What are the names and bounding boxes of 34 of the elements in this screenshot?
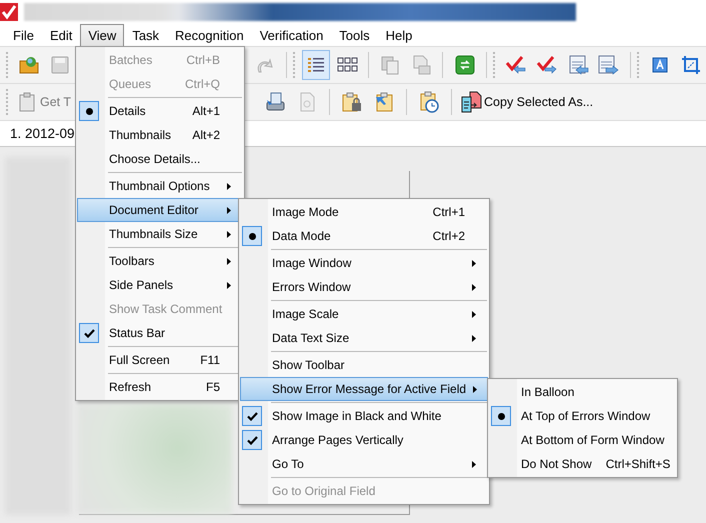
copy-selected-button[interactable]: Copy Selected As... bbox=[458, 87, 596, 117]
menu-bar-item[interactable]: Task bbox=[124, 24, 168, 46]
menu-item[interactable]: Show Image in Black and White bbox=[240, 404, 488, 428]
menu-item[interactable]: Thumbnails Size bbox=[77, 222, 243, 246]
menu-item[interactable]: Thumbnails Alt+2 bbox=[77, 123, 243, 147]
menu-item[interactable]: Do Not Show Ctrl+Shift+S bbox=[489, 452, 676, 476]
menu-item[interactable]: Image Window bbox=[240, 251, 488, 275]
menu-bar-item[interactable]: File bbox=[5, 24, 42, 46]
menu-item[interactable]: At Bottom of Form Window bbox=[489, 428, 676, 452]
menu-item[interactable]: Go To bbox=[240, 452, 488, 476]
menu-item[interactable]: Arrange Pages Vertically bbox=[240, 428, 488, 452]
menu-item[interactable]: Toolbars bbox=[77, 249, 243, 273]
menu-item[interactable]: Status Bar bbox=[77, 321, 243, 345]
menu-item[interactable]: Data Mode Ctrl+2 bbox=[240, 224, 488, 248]
menu-bar-item[interactable]: Help bbox=[378, 24, 420, 46]
menu-item[interactable]: Image Scale bbox=[240, 302, 488, 326]
get-task-button[interactable]: Get T bbox=[14, 87, 74, 117]
menu-item[interactable]: At Top of Errors Window bbox=[489, 404, 676, 428]
menu-bar-item[interactable]: Verification bbox=[252, 24, 332, 46]
menu-item[interactable]: Show Error Message for Active Field bbox=[240, 377, 488, 401]
menu-item[interactable]: Errors Window bbox=[240, 275, 488, 299]
menu-item[interactable]: Choose Details... bbox=[77, 147, 243, 171]
menu-item[interactable]: In Balloon bbox=[489, 380, 676, 404]
menu-bar-item[interactable]: Recognition bbox=[167, 24, 252, 46]
menu-bar-item[interactable]: View bbox=[80, 24, 124, 46]
menu-bar-item[interactable]: Edit bbox=[42, 24, 80, 46]
menu-item[interactable]: Image Mode Ctrl+1 bbox=[240, 200, 488, 224]
menu-item[interactable]: Details Alt+1 bbox=[77, 99, 243, 123]
document-tab[interactable]: 1. 2012-09 bbox=[10, 126, 75, 141]
menu-item[interactable]: Show Toolbar bbox=[240, 353, 488, 377]
menu-item[interactable]: Data Text Size bbox=[240, 326, 488, 350]
menu-bar-item[interactable]: Tools bbox=[331, 24, 378, 46]
menu-item[interactable]: Thumbnail Options bbox=[77, 174, 243, 198]
menu-item[interactable]: Side Panels bbox=[77, 273, 243, 297]
